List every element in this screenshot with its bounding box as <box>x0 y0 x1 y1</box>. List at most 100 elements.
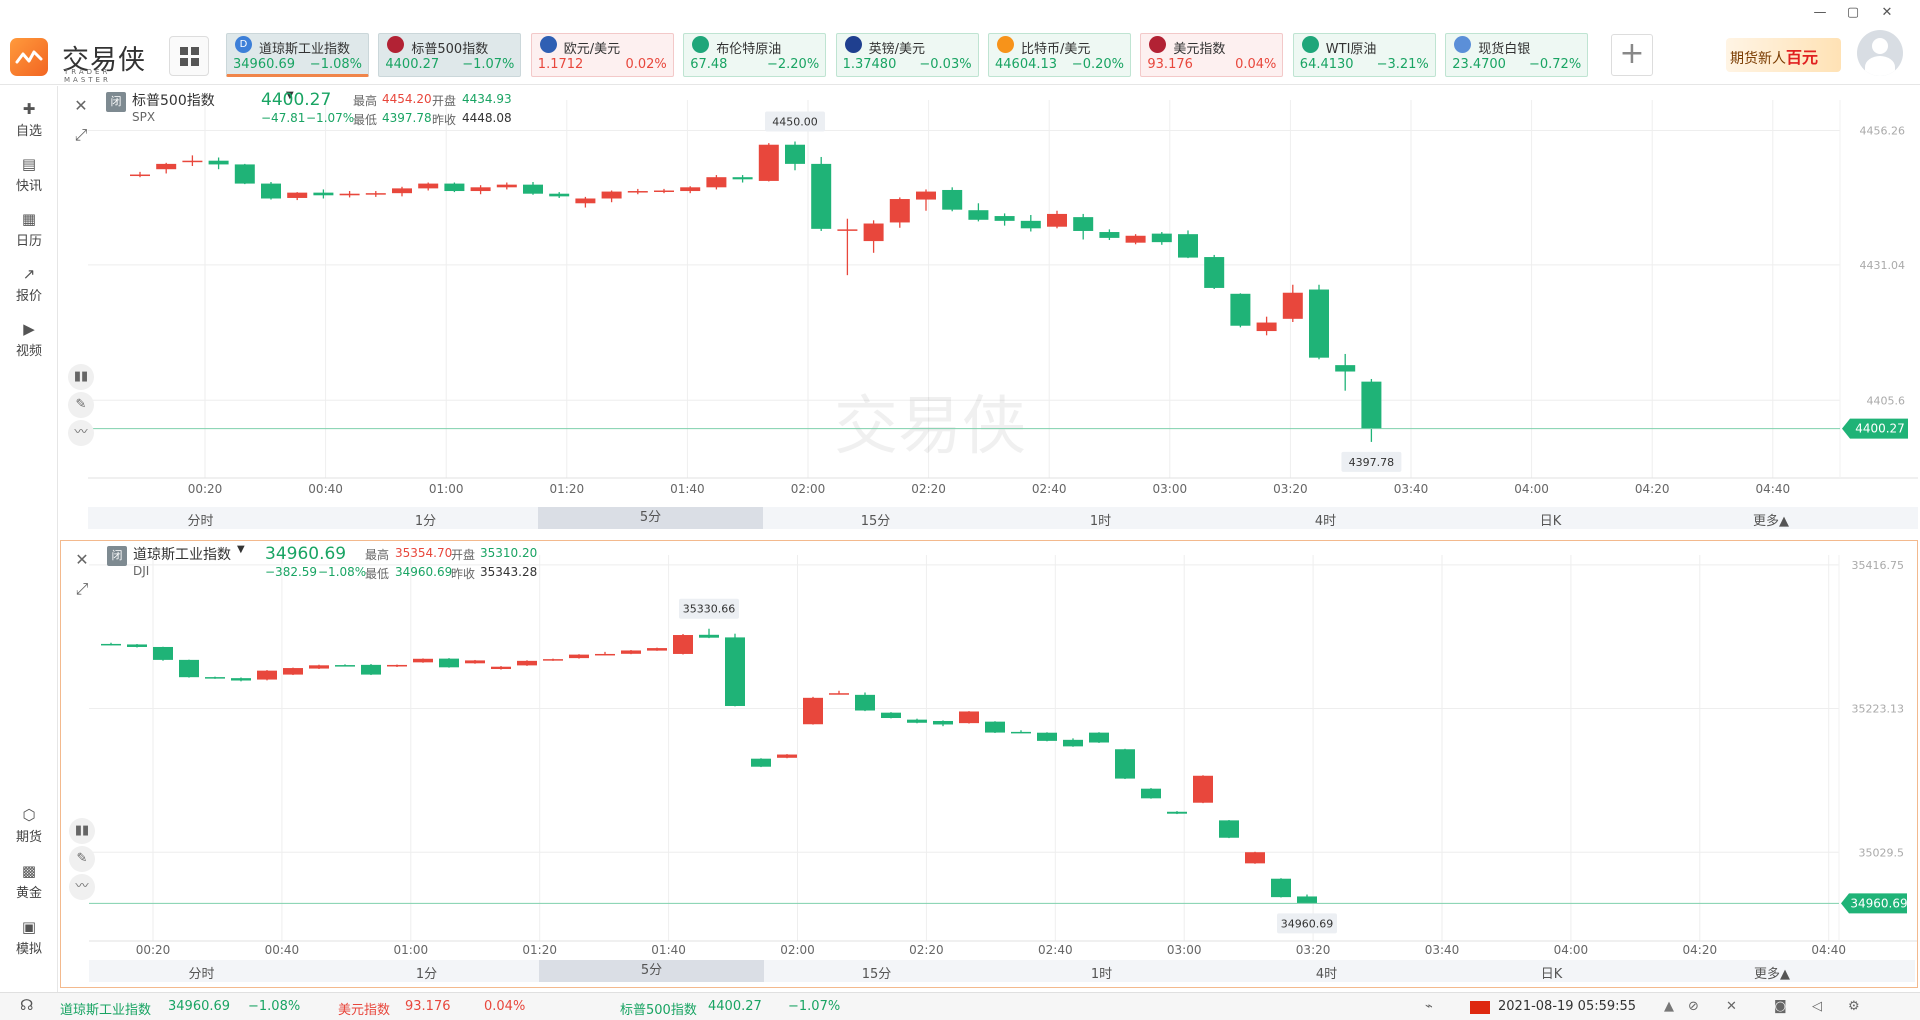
candles-icon: ▮▮ <box>74 823 90 838</box>
close-chart-button[interactable]: ✕ <box>69 547 95 573</box>
ticker-7[interactable]: WTI原油 64.4130 −3.21% <box>1292 33 1436 77</box>
ticker-2[interactable]: 欧元/美元 1.1712 0.02% <box>530 33 674 77</box>
sidebar-item-label: 模拟 <box>15 942 42 957</box>
promo-banner[interactable]: 期货新人百元 <box>1726 38 1841 72</box>
ticker-change: 0.04% <box>1235 57 1277 72</box>
candle <box>777 754 797 758</box>
status-ticker-name[interactable]: 道琼斯工业指数 <box>60 999 151 1018</box>
instrument-name[interactable]: 道琼斯工业指数 <box>133 544 231 564</box>
add-ticker-button[interactable]: + <box>1611 34 1653 76</box>
price-change: −382.59 <box>265 565 318 579</box>
y-tick-label: 4405.6 <box>1867 394 1906 407</box>
timeframe-7[interactable]: 更多▲ <box>1753 510 1789 532</box>
candle <box>732 177 753 180</box>
caret-up-icon[interactable]: ▲ <box>1664 999 1674 1014</box>
timeframe-5[interactable]: 4时 <box>1213 510 1438 532</box>
y-tick-label: 35029.5 <box>1859 846 1905 859</box>
candle <box>569 654 589 659</box>
ticker-name: 现货白银 <box>1478 42 1531 57</box>
pencil-icon: ✎ <box>76 851 88 866</box>
candle <box>575 198 596 204</box>
no-sound-icon[interactable]: ⊘ <box>1688 999 1699 1014</box>
x-tick-label: 00:20 <box>188 482 223 496</box>
dji-candlestick-chart[interactable]: 35416.75 35223.13 35029.5 00:20 00:40 01:00 01… <box>61 541 1917 987</box>
ticker-3[interactable]: 布伦特原油 67.48 −2.20% <box>683 33 827 77</box>
candle <box>153 646 173 660</box>
y-tick-label: 4431.04 <box>1860 259 1906 272</box>
timeframe-6[interactable]: 日K <box>1439 963 1664 985</box>
timeframe-2[interactable]: 5分 <box>539 960 764 982</box>
timeframe-2[interactable]: 5分 <box>538 507 763 529</box>
headset-icon[interactable]: ☊ <box>20 996 33 1014</box>
eu-flag-icon <box>539 36 557 53</box>
high-value: 4454.20 <box>382 92 432 106</box>
expand-chart-button[interactable]: ⤢ <box>68 122 94 148</box>
sidebar-item-label: 黄金 <box>15 886 42 901</box>
timeframe-3[interactable]: 15分 <box>763 510 988 532</box>
timeframe-4[interactable]: 1时 <box>988 510 1213 532</box>
expand-chart-button[interactable]: ⤢ <box>69 576 95 602</box>
status-ticker-name[interactable]: 美元指数 <box>338 999 390 1018</box>
timeframe-4[interactable]: 1时 <box>989 963 1214 985</box>
ticker-name: 标普500指数 <box>411 42 489 57</box>
ticker-4[interactable]: 英镑/美元 1.37480 −0.03% <box>835 33 979 77</box>
caret-down-icon[interactable]: ▼ <box>237 544 245 555</box>
sidebar-item-1[interactable]: ▤ 快讯 <box>0 149 58 205</box>
min-price-label: 4397.78 <box>1349 456 1395 469</box>
draw-tool-button[interactable]: ✎ <box>69 846 95 872</box>
sidebar-item-0[interactable]: ✚ 自选 <box>0 94 58 150</box>
close-window-button[interactable]: ✕ <box>1874 2 1900 24</box>
chart-type-button[interactable]: 〰 <box>69 874 95 900</box>
candle <box>491 666 511 670</box>
sidebar-item-6[interactable]: ▩ 黄金 <box>0 856 58 912</box>
timeframe-3[interactable]: 15分 <box>764 963 989 985</box>
ticker-change: −0.72% <box>1528 57 1582 72</box>
candle <box>751 758 771 767</box>
timeframe-0[interactable]: 分时 <box>88 510 313 532</box>
timeframe-7[interactable]: 更多▲ <box>1754 963 1790 985</box>
sidebar-item-7[interactable]: ▣ 模拟 <box>0 912 58 968</box>
maximize-button[interactable]: ▢ <box>1840 2 1866 24</box>
candle <box>1047 213 1067 227</box>
timeframe-5[interactable]: 4时 <box>1214 963 1439 985</box>
indicator-tool-button[interactable]: ▮▮ <box>69 818 95 844</box>
candle <box>208 160 229 165</box>
minimize-button[interactable]: — <box>1807 2 1833 24</box>
candle <box>1099 232 1120 238</box>
draw-tool-button[interactable]: ✎ <box>68 392 94 418</box>
instrument-name[interactable]: 标普500指数 <box>132 90 215 110</box>
candle <box>287 192 308 198</box>
screenshot-icon[interactable]: ◙ <box>1774 999 1787 1014</box>
volume-mute-icon[interactable]: ◁ <box>1812 999 1822 1014</box>
datetime: 2021-08-19 05:59:55 <box>1498 999 1637 1014</box>
indicator-tool-button[interactable]: ▮▮ <box>68 364 94 390</box>
low-label: 最低 <box>365 567 390 581</box>
ticker-0[interactable]: D 道琼斯工业指数 34960.69 −1.08% <box>226 33 369 77</box>
sidebar-item-5[interactable]: ⬡ 期货 <box>0 800 58 856</box>
ticker-1[interactable]: 标普500指数 4400.27 −1.07% <box>378 33 522 77</box>
timeframe-6[interactable]: 日K <box>1438 510 1663 532</box>
chart-type-button[interactable]: 〰 <box>68 420 94 446</box>
close-chart-button[interactable]: ✕ <box>68 93 94 119</box>
promo-highlight: 百元 <box>1786 48 1819 67</box>
candle <box>231 678 251 681</box>
spx-candlestick-chart[interactable]: 4456.26 4431.04 4405.6 00:20 00:40 01:00 01:20… <box>60 86 1918 532</box>
layout-grid-button[interactable] <box>169 36 209 76</box>
sidebar-item-3[interactable]: ↗ 报价 <box>0 259 58 315</box>
ticker-price: 1.1712 <box>537 57 584 72</box>
sidebar-item-4[interactable]: ▶ 视频 <box>0 314 58 370</box>
status-ticker-name[interactable]: 标普500指数 <box>620 999 697 1018</box>
ticker-price: 23.4700 <box>1452 57 1506 72</box>
timeframe-0[interactable]: 分时 <box>89 963 314 985</box>
timeframe-1[interactable]: 1分 <box>314 963 539 985</box>
timeframe-1[interactable]: 1分 <box>313 510 538 532</box>
settings-icon[interactable]: ⚙ <box>1848 999 1860 1014</box>
dji-icon: D <box>235 36 252 53</box>
ticker-8[interactable]: 现货白银 23.4700 −0.72% <box>1445 33 1589 77</box>
avatar[interactable] <box>1857 30 1903 76</box>
x-tick-label: 02:40 <box>1038 943 1073 957</box>
ticker-6[interactable]: 美元指数 93.176 0.04% <box>1140 33 1284 77</box>
tools-icon[interactable]: ✕ <box>1726 999 1737 1014</box>
ticker-5[interactable]: 比特币/美元 44604.13 −0.20% <box>988 33 1131 77</box>
sidebar-item-2[interactable]: ▦ 日历 <box>0 204 58 260</box>
